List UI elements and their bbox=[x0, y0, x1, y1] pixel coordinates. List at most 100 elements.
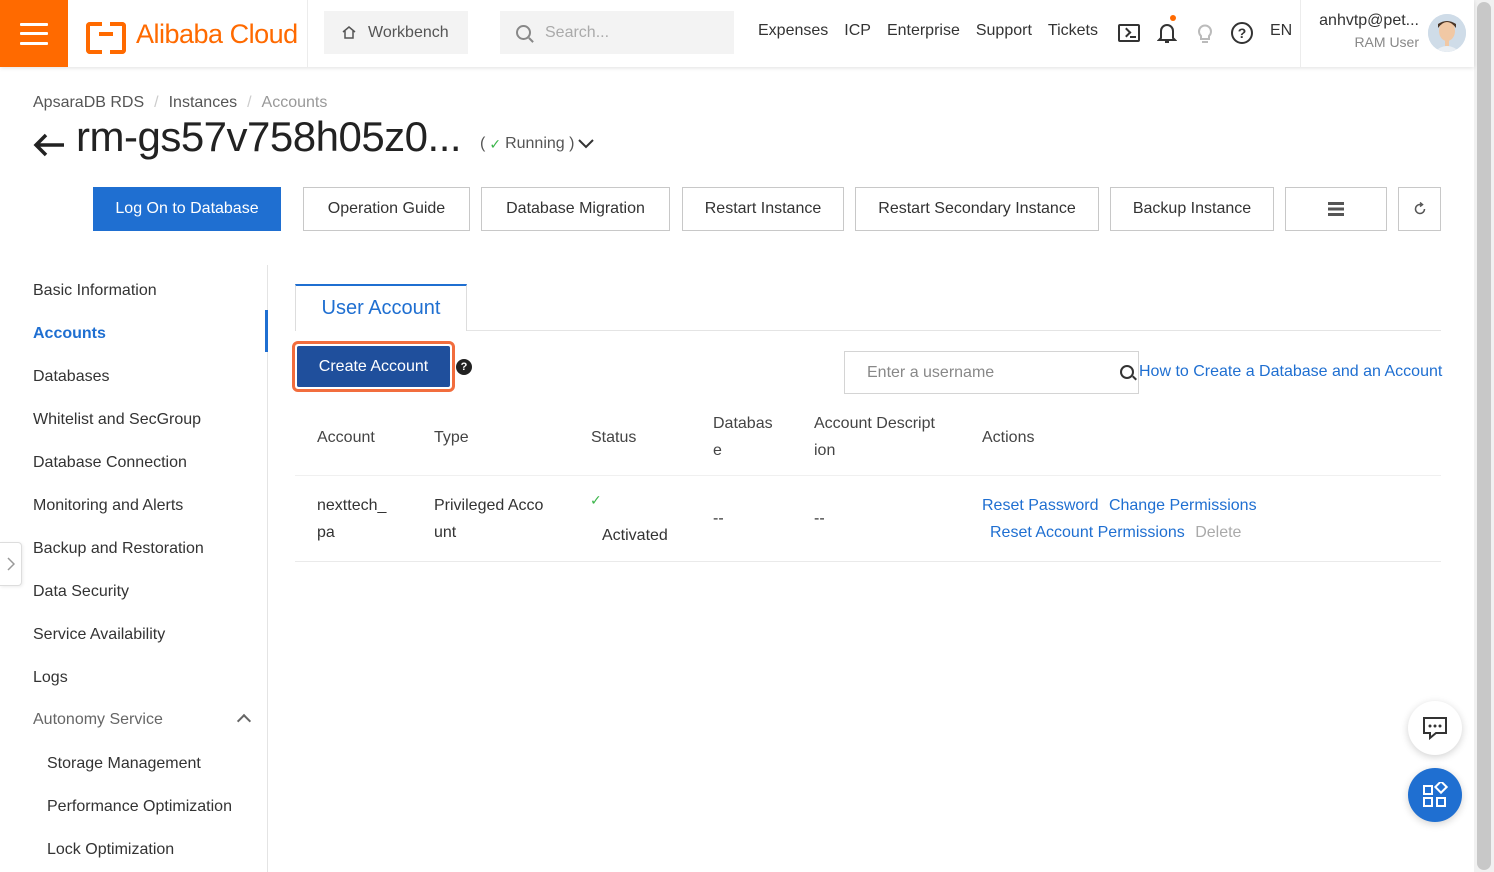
column-header-status: Status bbox=[591, 429, 637, 446]
breadcrumb-instances[interactable]: Instances bbox=[169, 94, 237, 112]
chevron-right-icon bbox=[6, 557, 15, 571]
cell-status: Activated bbox=[602, 527, 668, 544]
create-account-label: Create Account bbox=[297, 346, 450, 387]
create-account-button[interactable]: Create Account bbox=[292, 341, 455, 392]
sidebar-group-autonomy-service[interactable]: Autonomy Service bbox=[33, 711, 163, 729]
sidebar bbox=[0, 265, 268, 872]
nav-support[interactable]: Support bbox=[976, 22, 1032, 40]
nav-tickets[interactable]: Tickets bbox=[1048, 22, 1098, 40]
hamburger-menu-button[interactable] bbox=[0, 0, 68, 67]
cell-account: nexttech_ pa bbox=[317, 492, 386, 546]
cell-database: -- bbox=[713, 510, 724, 527]
cell-actions: Reset Password Change Permissions Reset … bbox=[982, 492, 1257, 546]
sidebar-item-monitoring[interactable]: Monitoring and Alerts bbox=[33, 497, 183, 515]
notification-dot bbox=[1170, 15, 1176, 21]
alibaba-cloud-logo-icon bbox=[86, 22, 126, 54]
top-navigation-bar: Alibaba Cloud Workbench Expenses ICP Ent… bbox=[0, 0, 1474, 67]
logo-text: Alibaba Cloud bbox=[136, 18, 298, 49]
how-to-create-link[interactable]: How to Create a Database and an Account bbox=[1139, 363, 1442, 381]
help-question-icon[interactable]: ? bbox=[456, 359, 472, 375]
apps-menu-button[interactable] bbox=[1408, 768, 1462, 822]
sidebar-item-basic-information[interactable]: Basic Information bbox=[33, 282, 157, 300]
sidebar-item-data-security[interactable]: Data Security bbox=[33, 583, 129, 601]
user-info[interactable]: anhvtp@pet... RAM User bbox=[1309, 12, 1419, 50]
more-menu-button[interactable] bbox=[1285, 187, 1387, 231]
delete-link: Delete bbox=[1195, 524, 1242, 541]
cell-type-line2: unt bbox=[434, 524, 457, 541]
avatar[interactable] bbox=[1428, 14, 1466, 52]
sidebar-item-performance-optimization[interactable]: Performance Optimization bbox=[47, 798, 232, 816]
column-header-account: Account bbox=[317, 429, 375, 446]
global-search-input[interactable] bbox=[545, 23, 725, 42]
nav-icp[interactable]: ICP bbox=[844, 22, 871, 40]
alibaba-cloud-logo[interactable]: Alibaba Cloud bbox=[86, 16, 298, 54]
reset-account-permissions-link[interactable]: Reset Account Permissions bbox=[990, 524, 1185, 541]
sidebar-item-database-connection[interactable]: Database Connection bbox=[33, 454, 187, 472]
column-header-type: Type bbox=[434, 429, 469, 446]
page-scrollbar[interactable] bbox=[1474, 0, 1494, 872]
back-arrow-icon[interactable] bbox=[32, 130, 66, 160]
sidebar-item-logs[interactable]: Logs bbox=[33, 669, 68, 687]
divider bbox=[1300, 0, 1301, 67]
instance-status-dropdown[interactable]: ( ✓ Running ) bbox=[480, 135, 595, 153]
scrollbar-thumb[interactable] bbox=[1477, 2, 1491, 870]
refresh-icon bbox=[1414, 202, 1425, 215]
feedback-chat-button[interactable] bbox=[1408, 701, 1462, 755]
breadcrumb-accounts: Accounts bbox=[261, 94, 328, 111]
status-text: Running ) bbox=[505, 135, 575, 152]
nav-expenses[interactable]: Expenses bbox=[758, 22, 828, 40]
change-permissions-link[interactable]: Change Permissions bbox=[1109, 497, 1257, 514]
cell-type: Privileged Acco unt bbox=[434, 492, 543, 546]
chevron-down-icon bbox=[578, 139, 595, 149]
sidebar-item-backup[interactable]: Backup and Restoration bbox=[33, 540, 204, 558]
workbench-label: Workbench bbox=[368, 23, 449, 41]
breadcrumb-separator: / bbox=[247, 94, 252, 111]
column-header-description-line1: Account Descript bbox=[814, 415, 935, 432]
sidebar-item-accounts[interactable]: Accounts bbox=[33, 325, 106, 343]
username-search-input[interactable] bbox=[867, 363, 1107, 382]
search-icon[interactable] bbox=[1120, 365, 1134, 379]
operation-guide-button[interactable]: Operation Guide bbox=[303, 187, 470, 231]
bell-icon[interactable] bbox=[1155, 21, 1179, 45]
refresh-button[interactable] bbox=[1398, 187, 1441, 231]
restart-secondary-instance-button[interactable]: Restart Secondary Instance bbox=[855, 187, 1099, 231]
language-switcher[interactable]: EN bbox=[1270, 22, 1292, 40]
status-paren: ( bbox=[480, 135, 486, 152]
sidebar-item-storage-management[interactable]: Storage Management bbox=[47, 755, 201, 773]
sidebar-item-lock-optimization[interactable]: Lock Optimization bbox=[47, 841, 174, 859]
lightbulb-icon[interactable] bbox=[1193, 21, 1217, 45]
restart-instance-button[interactable]: Restart Instance bbox=[682, 187, 844, 231]
sidebar-item-service-availability[interactable]: Service Availability bbox=[33, 626, 165, 644]
reset-password-link[interactable]: Reset Password bbox=[982, 497, 1099, 514]
breadcrumb-rds[interactable]: ApsaraDB RDS bbox=[33, 94, 144, 112]
terminal-icon[interactable] bbox=[1117, 21, 1141, 45]
list-menu-icon bbox=[1328, 202, 1344, 216]
column-header-database-line2: e bbox=[713, 442, 722, 459]
cell-type-line1: Privileged Acco bbox=[434, 497, 544, 514]
column-header-description-line2: ion bbox=[814, 442, 836, 459]
cell-account-line2: pa bbox=[317, 524, 335, 541]
database-migration-button[interactable]: Database Migration bbox=[481, 187, 670, 231]
help-icon[interactable]: ? bbox=[1230, 21, 1254, 45]
breadcrumb-separator: / bbox=[154, 94, 159, 111]
column-header-database-line1: Databas bbox=[713, 415, 773, 432]
column-header-database: Databas e bbox=[713, 410, 773, 464]
workbench-button[interactable]: Workbench bbox=[324, 11, 468, 54]
sidebar-collapse-toggle[interactable] bbox=[0, 542, 22, 586]
cell-account-line1: nexttech_ bbox=[317, 497, 387, 514]
check-icon: ✓ bbox=[489, 135, 502, 152]
log-on-to-database-button[interactable]: Log On to Database bbox=[93, 187, 281, 231]
apps-grid-icon bbox=[1423, 782, 1448, 807]
check-icon: ✓ bbox=[590, 492, 602, 508]
global-search[interactable] bbox=[500, 11, 734, 54]
sidebar-item-whitelist[interactable]: Whitelist and SecGroup bbox=[33, 411, 201, 429]
cell-description: -- bbox=[814, 510, 825, 527]
sidebar-item-databases[interactable]: Databases bbox=[33, 368, 110, 386]
breadcrumb: ApsaraDB RDS / Instances / Accounts bbox=[33, 94, 327, 112]
backup-instance-button[interactable]: Backup Instance bbox=[1110, 187, 1274, 231]
nav-enterprise[interactable]: Enterprise bbox=[887, 22, 960, 40]
column-header-actions: Actions bbox=[982, 429, 1035, 446]
search-icon bbox=[516, 25, 531, 40]
chat-icon bbox=[1423, 717, 1447, 740]
tab-user-account[interactable]: User Account bbox=[295, 284, 467, 331]
